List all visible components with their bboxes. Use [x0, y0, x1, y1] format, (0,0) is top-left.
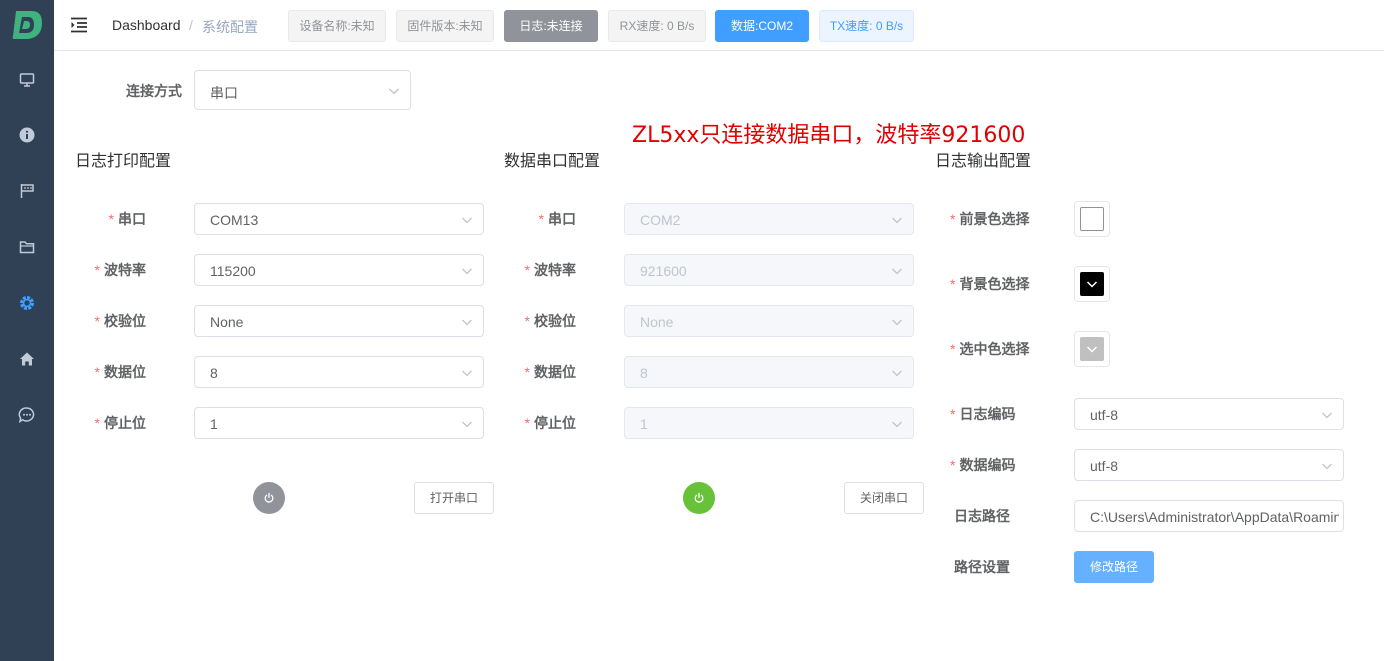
log-stop-bits-value: 1	[210, 416, 218, 432]
data-serial-port-label: * 串口	[538, 211, 576, 227]
sidebar	[0, 0, 54, 661]
foreground-color-swatch	[1080, 207, 1104, 231]
log-status-tag: 日志:未连接	[504, 10, 598, 42]
connection-method-label: 连接方式	[126, 83, 182, 99]
foreground-color-label: * 前景色选择	[950, 211, 1030, 227]
data-encoding-label: * 数据编码	[950, 457, 1016, 473]
log-serial-port-value: COM13	[210, 212, 259, 228]
log-baud-rate-label: * 波特率	[94, 262, 146, 278]
open-serial-port-button[interactable]: 打开串口	[414, 482, 494, 514]
power-icon	[694, 492, 704, 503]
modify-path-button[interactable]: 修改路径	[1074, 551, 1154, 583]
data-port-power-button[interactable]	[683, 482, 715, 514]
data-stop-bits-value: 1	[640, 416, 648, 432]
chevron-down-icon	[1086, 346, 1098, 353]
home-icon[interactable]	[17, 349, 37, 369]
log-path-input[interactable]: C:\Users\Administrator\AppData\Roaming	[1074, 500, 1344, 532]
background-color-picker[interactable]	[1074, 266, 1110, 302]
chevron-down-icon	[389, 88, 399, 95]
log-encoding-value: utf-8	[1090, 407, 1119, 423]
data-stop-bits-select[interactable]: 1	[624, 407, 914, 439]
log-serial-port-label: * 串口	[108, 211, 146, 227]
chevron-down-icon	[462, 268, 472, 275]
chevron-down-icon	[462, 319, 472, 326]
data-baud-rate-value: 921600	[640, 263, 687, 279]
chevron-down-icon	[1322, 412, 1332, 419]
log-parity-label: * 校验位	[94, 313, 146, 329]
chevron-down-icon	[892, 370, 902, 377]
data-port-title: 数据串口配置	[504, 153, 601, 170]
log-path-label: 日志路径	[954, 508, 1010, 524]
selected-color-label: * 选中色选择	[950, 341, 1030, 357]
breadcrumb-current: 系统配置	[202, 19, 258, 35]
chevron-down-icon	[462, 217, 472, 224]
chevron-down-icon	[892, 268, 902, 275]
folder-icon[interactable]	[17, 237, 37, 257]
rx-speed-tag: RX速度: 0 B/s	[608, 10, 706, 42]
chevron-down-icon	[462, 370, 472, 377]
flag-icon[interactable]	[17, 181, 37, 201]
selected-color-swatch	[1080, 337, 1104, 361]
chevron-down-icon	[892, 421, 902, 428]
data-parity-label: * 校验位	[524, 313, 576, 329]
top-navbar: Dashboard / 系统配置 设备名称:未知 固件版本:未知 日志:未连接 …	[54, 0, 1384, 51]
chevron-down-icon	[462, 421, 472, 428]
hamburger-menu-icon[interactable]	[70, 16, 88, 34]
log-path-value: C:\Users\Administrator\AppData\Roaming	[1090, 509, 1339, 525]
connection-method-value: 串口	[210, 85, 238, 101]
data-data-bits-value: 8	[640, 365, 648, 381]
data-port-tag: 数据:COM2	[715, 10, 809, 42]
foreground-color-picker[interactable]	[1074, 201, 1110, 237]
data-encoding-select[interactable]: utf-8	[1074, 449, 1344, 481]
log-data-bits-label: * 数据位	[94, 364, 146, 380]
data-baud-rate-label: * 波特率	[524, 262, 576, 278]
data-serial-port-value: COM2	[640, 212, 681, 228]
firmware-version-tag: 固件版本:未知	[396, 10, 494, 42]
data-data-bits-label: * 数据位	[524, 364, 576, 380]
log-output-title: 日志输出配置	[935, 153, 1032, 170]
data-parity-value: None	[640, 314, 674, 330]
device-name-tag: 设备名称:未知	[288, 10, 386, 42]
gear-icon[interactable]	[17, 293, 37, 313]
connection-method-select[interactable]: 串口	[194, 70, 411, 110]
log-parity-value: None	[210, 314, 244, 330]
data-encoding-value: utf-8	[1090, 458, 1119, 474]
log-data-bits-select[interactable]: 8	[194, 356, 484, 388]
log-port-power-button[interactable]	[253, 482, 285, 514]
data-baud-rate-select[interactable]: 921600	[624, 254, 914, 286]
chevron-down-icon	[892, 319, 902, 326]
log-encoding-select[interactable]: utf-8	[1074, 398, 1344, 430]
log-print-title: 日志打印配置	[75, 153, 172, 170]
log-parity-select[interactable]: None	[194, 305, 484, 337]
power-icon	[264, 492, 274, 503]
log-stop-bits-label: * 停止位	[94, 415, 146, 431]
info-icon[interactable]	[17, 125, 37, 145]
log-stop-bits-select[interactable]: 1	[194, 407, 484, 439]
tx-speed-tag: TX速度: 0 B/s	[819, 10, 914, 42]
selected-color-picker[interactable]	[1074, 331, 1110, 367]
log-encoding-label: * 日志编码	[950, 406, 1016, 422]
log-baud-rate-value: 115200	[210, 263, 256, 279]
chevron-down-icon	[1322, 463, 1332, 470]
log-serial-port-select[interactable]: COM13	[194, 203, 484, 235]
app-logo[interactable]	[10, 9, 44, 41]
monitor-icon[interactable]	[17, 70, 37, 90]
data-data-bits-select[interactable]: 8	[624, 356, 914, 388]
background-color-label: * 背景色选择	[950, 276, 1030, 292]
background-color-swatch	[1080, 272, 1104, 296]
chat-icon[interactable]	[17, 405, 37, 425]
chevron-down-icon	[892, 217, 902, 224]
data-stop-bits-label: * 停止位	[524, 415, 576, 431]
annotation-note: ZL5xx只连接数据串口，波特率921600	[632, 123, 1026, 148]
data-serial-port-select[interactable]: COM2	[624, 203, 914, 235]
breadcrumb-home[interactable]: Dashboard	[112, 17, 181, 33]
close-serial-port-button[interactable]: 关闭串口	[844, 482, 924, 514]
log-data-bits-value: 8	[210, 365, 218, 381]
breadcrumb-separator: /	[189, 17, 193, 33]
log-baud-rate-select[interactable]: 115200	[194, 254, 484, 286]
path-setting-label: 路径设置	[954, 559, 1010, 575]
chevron-down-icon	[1086, 281, 1098, 288]
data-parity-select[interactable]: None	[624, 305, 914, 337]
